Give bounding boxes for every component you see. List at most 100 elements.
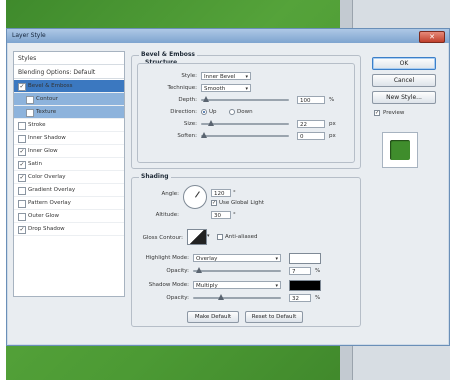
technique-select[interactable]: Smooth ▾ [201, 84, 251, 92]
style-item-label: Outer Glow [28, 213, 60, 219]
checkbox-icon[interactable] [18, 187, 26, 195]
slider-track [201, 135, 289, 137]
make-default-button[interactable]: Make Default [187, 311, 239, 323]
bevel-emboss-panel: Bevel & Emboss Structure Style: Inner Be… [131, 49, 363, 339]
slider-thumb[interactable] [218, 294, 224, 300]
highlight-mode-value: Overlay [196, 256, 218, 262]
style-value: Inner Bevel [204, 74, 236, 80]
preview-swatch [390, 140, 410, 160]
chevron-down-icon: ▾ [245, 86, 248, 92]
direction-down-radio[interactable] [229, 109, 235, 115]
altitude-input[interactable]: 30 [211, 211, 231, 219]
slider-thumb[interactable] [203, 96, 209, 102]
depth-input[interactable]: 100 [297, 96, 325, 104]
anti-aliased-label: Anti-aliased [225, 234, 258, 240]
size-label: Size: [183, 121, 197, 127]
shadow-mode-value: Multiply [196, 283, 218, 289]
direction-down-label: Down [237, 109, 253, 115]
reset-to-default-button[interactable]: Reset to Default [245, 311, 303, 323]
gloss-contour-label: Gloss Contour: [142, 235, 183, 241]
use-global-light-checkbox[interactable]: ✓ [211, 200, 217, 206]
gloss-contour-picker[interactable] [187, 229, 207, 245]
highlight-mode-select[interactable]: Overlay ▾ [193, 254, 281, 262]
dialog-title: Layer Style [12, 32, 46, 39]
checkbox-icon[interactable]: ✓ [18, 148, 26, 156]
style-item-label: Gradient Overlay [28, 187, 76, 193]
depth-unit: % [329, 97, 335, 103]
style-item-pattern-overlay[interactable]: Pattern Overlay [14, 197, 124, 210]
shadow-mode-select[interactable]: Multiply ▾ [193, 281, 281, 289]
checkbox-icon[interactable] [18, 135, 26, 143]
slider-track [193, 270, 281, 272]
checkbox-icon[interactable] [18, 200, 26, 208]
style-item-stroke[interactable]: Stroke [14, 119, 124, 132]
style-item-label: Color Overlay [28, 174, 66, 180]
new-style-button[interactable]: New Style... [372, 91, 436, 104]
chevron-down-icon: ▾ [245, 74, 248, 80]
slider-track [201, 123, 289, 125]
chevron-down-icon[interactable]: ▾ [207, 233, 210, 239]
style-item-label: Drop Shadow [28, 226, 65, 232]
size-input[interactable]: 22 [297, 120, 325, 128]
soften-slider[interactable] [201, 132, 289, 140]
style-item-color-overlay[interactable]: ✓ Color Overlay [14, 171, 124, 184]
checkbox-icon[interactable] [26, 109, 34, 117]
checkbox-icon[interactable]: ✓ [18, 83, 26, 91]
size-unit: px [329, 121, 336, 127]
style-item-satin[interactable]: ✓ Satin [14, 158, 124, 171]
shadow-color-swatch[interactable] [289, 280, 321, 291]
style-item-texture[interactable]: Texture [14, 106, 124, 119]
highlight-mode-label: Highlight Mode: [145, 255, 189, 261]
preview-checkbox[interactable]: ✓ [374, 110, 380, 116]
depth-slider[interactable] [201, 96, 289, 104]
size-slider[interactable] [201, 120, 289, 128]
highlight-opacity-slider[interactable] [193, 267, 281, 275]
style-item-label: Bevel & Emboss [28, 83, 73, 89]
style-item-contour[interactable]: Contour [14, 93, 124, 106]
soften-label: Soften: [177, 133, 197, 139]
bevel-title: Bevel & Emboss [139, 51, 197, 58]
slider-thumb[interactable] [201, 132, 207, 138]
style-item-drop-shadow[interactable]: ✓ Drop Shadow [14, 223, 124, 236]
highlight-color-swatch[interactable] [289, 253, 321, 264]
style-select[interactable]: Inner Bevel ▾ [201, 72, 251, 80]
chevron-down-icon: ▾ [275, 283, 278, 289]
blending-options-item[interactable]: Blending Options: Default [14, 66, 124, 79]
angle-unit: ° [233, 190, 236, 196]
shadow-opacity-input[interactable]: 32 [289, 294, 311, 302]
checkbox-icon[interactable]: ✓ [18, 161, 26, 169]
slider-track [193, 297, 281, 299]
soften-input[interactable]: 0 [297, 132, 325, 140]
shadow-opacity-slider[interactable] [193, 294, 281, 302]
highlight-opacity-input[interactable]: 7 [289, 267, 311, 275]
checkbox-icon[interactable] [26, 96, 34, 104]
slider-track [201, 99, 289, 101]
style-item-bevel-emboss[interactable]: ✓ Bevel & Emboss [14, 80, 124, 93]
checkbox-icon[interactable] [18, 122, 26, 130]
angle-input[interactable]: 120 [211, 189, 231, 197]
style-item-outer-glow[interactable]: Outer Glow [14, 210, 124, 223]
styles-header[interactable]: Styles [14, 52, 124, 65]
checkbox-icon[interactable]: ✓ [18, 174, 26, 182]
soften-unit: px [329, 133, 336, 139]
anti-aliased-checkbox[interactable] [217, 234, 223, 240]
preview-thumbnail [382, 132, 418, 168]
cancel-button[interactable]: Cancel [372, 74, 436, 87]
style-item-gradient-overlay[interactable]: Gradient Overlay [14, 184, 124, 197]
technique-value: Smooth [204, 86, 226, 92]
angle-dial[interactable] [183, 185, 207, 209]
slider-thumb[interactable] [196, 267, 202, 273]
highlight-opacity-unit: % [315, 268, 321, 274]
ok-button[interactable]: OK [372, 57, 436, 70]
use-global-light-label: Use Global Light [219, 200, 265, 206]
style-item-inner-shadow[interactable]: Inner Shadow [14, 132, 124, 145]
direction-up-radio[interactable] [201, 109, 207, 115]
checkbox-icon[interactable] [18, 213, 26, 221]
style-item-label: Inner Glow [28, 148, 58, 154]
style-item-inner-glow[interactable]: ✓ Inner Glow [14, 145, 124, 158]
title-bar: Layer Style ✕ [7, 29, 449, 43]
close-button[interactable]: ✕ [419, 31, 445, 43]
checkbox-icon[interactable]: ✓ [18, 226, 26, 234]
preview-label: Preview [383, 110, 405, 116]
slider-thumb[interactable] [208, 120, 214, 126]
